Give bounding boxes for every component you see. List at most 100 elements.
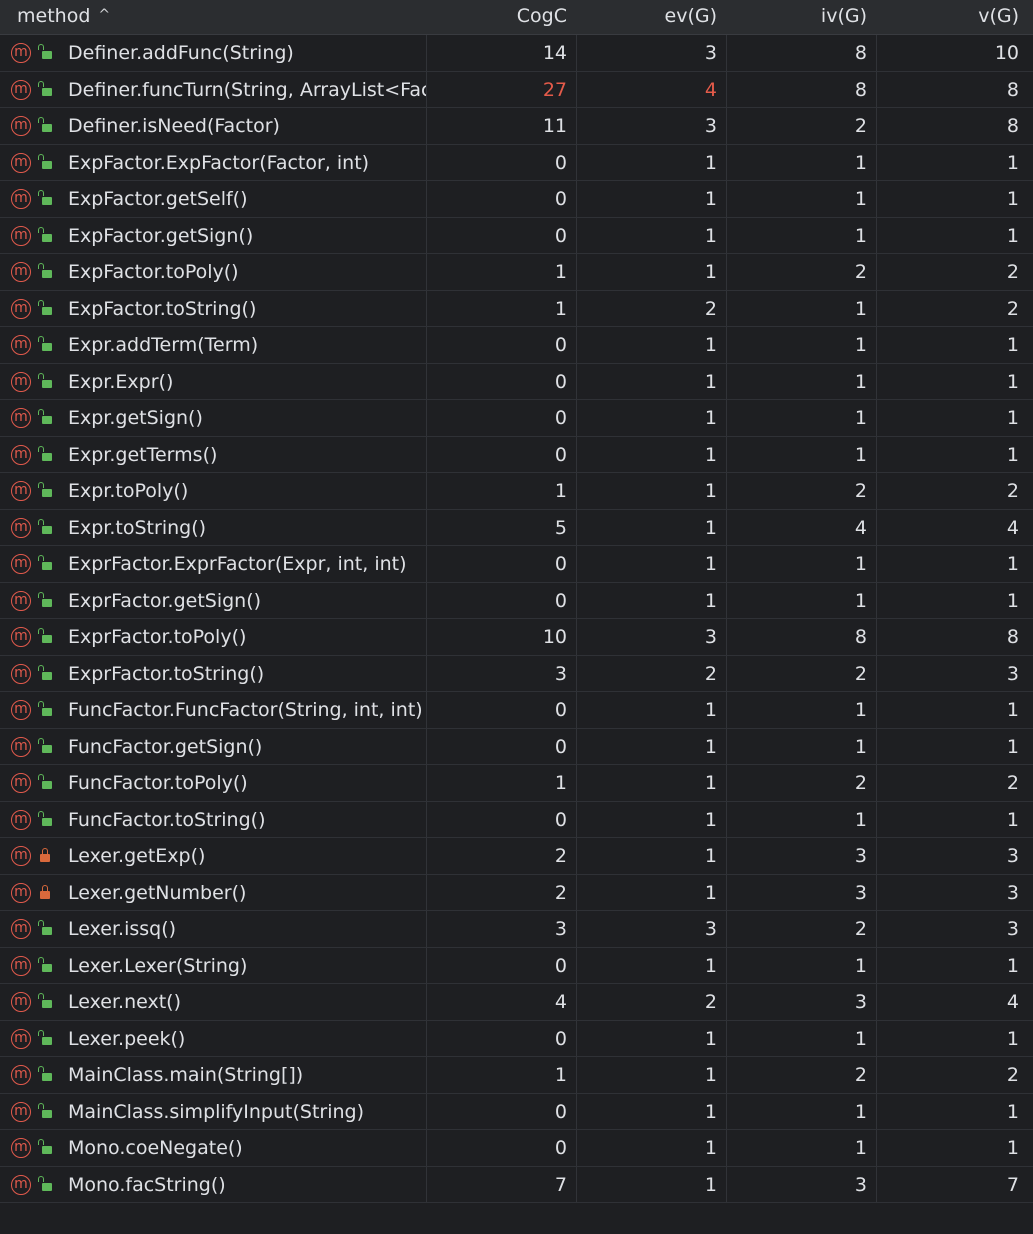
table-row[interactable]: m Definer.isNeed(Factor) 11 3 2 8 <box>0 108 1033 145</box>
table-row[interactable]: m ExpFactor.getSelf() 0 1 1 1 <box>0 181 1033 218</box>
method-icon: m <box>11 1138 31 1158</box>
table-row[interactable]: m ExprFactor.ExprFactor(Expr, int, int) 0 1… <box>0 546 1033 583</box>
method-icon: m <box>11 590 31 611</box>
iv-cell: 4 <box>727 509 877 545</box>
v-cell: 1 <box>877 1021 1033 1057</box>
ev-cell: 1 <box>577 728 727 764</box>
ev-value: 3 <box>704 626 717 648</box>
ev-value: 1 <box>704 699 717 721</box>
table-row[interactable]: m Expr.Expr() 0 1 1 1 <box>0 363 1033 400</box>
table-row[interactable]: m FuncFactor.getSign() 0 1 1 1 <box>0 728 1033 765</box>
cogc-cell: 5 <box>427 509 577 545</box>
cogc-value: 0 <box>554 188 567 210</box>
iv-cell: 1 <box>727 947 877 983</box>
ev-cell: 1 <box>577 1166 727 1202</box>
cogc-cell: 0 <box>427 436 577 472</box>
table-row[interactable]: m Mono.facString() 7 1 3 7 <box>0 1166 1033 1203</box>
cogc-cell: 0 <box>427 1130 577 1166</box>
table-row[interactable]: m ExprFactor.toString() 3 2 2 3 <box>0 655 1033 692</box>
ev-value: 1 <box>704 954 717 977</box>
table-row[interactable]: m Definer.addFunc(String) 14 3 8 10 <box>0 35 1033 72</box>
public-unlock-icon <box>38 810 52 826</box>
table-row[interactable]: m MainClass.simplifyInput(String) 0 1 1 1 <box>0 1093 1033 1130</box>
ev-cell: 1 <box>577 436 727 472</box>
cogc-cell: 10 <box>427 619 577 655</box>
v-value: 1 <box>1006 334 1019 356</box>
cogc-cell: 0 <box>427 801 577 837</box>
table-row[interactable]: m Lexer.getExp() 2 1 3 3 <box>0 838 1033 875</box>
iv-value: 3 <box>854 881 867 904</box>
method-name: ExprFactor.getSign() <box>68 589 262 612</box>
ev-value: 1 <box>704 1137 717 1159</box>
table-row[interactable]: m Expr.addTerm(Term) 0 1 1 1 <box>0 327 1033 364</box>
method-cell: m ExprFactor.toPoly() <box>0 619 427 655</box>
table-row[interactable]: m Definer.funcTurn(String, ArrayList<Fact… <box>0 71 1033 108</box>
ev-value: 3 <box>704 918 717 940</box>
public-unlock-icon <box>38 1139 52 1154</box>
cogc-value: 3 <box>554 918 567 940</box>
v-value: 2 <box>1006 1064 1019 1086</box>
iv-cell: 1 <box>727 436 877 472</box>
v-value: 3 <box>1006 918 1019 940</box>
iv-value: 3 <box>854 1173 867 1196</box>
method-cell: m ExpFactor.getSelf() <box>0 181 427 217</box>
method-name: ExpFactor.getSelf() <box>68 188 248 210</box>
table-row[interactable]: m ExprFactor.toPoly() 10 3 8 8 <box>0 619 1033 656</box>
cogc-cell: 1 <box>427 473 577 509</box>
table-row[interactable]: m ExprFactor.getSign() 0 1 1 1 <box>0 582 1033 619</box>
column-header-iv[interactable]: iv(G) <box>727 0 867 34</box>
public-unlock-icon <box>38 591 52 607</box>
column-header-cogc[interactable]: CogC <box>427 0 567 34</box>
table-row[interactable]: m ExpFactor.toString() 1 2 1 2 <box>0 290 1033 327</box>
table-row[interactable]: m Mono.coeNegate() 0 1 1 1 <box>0 1130 1033 1167</box>
ev-cell: 3 <box>577 108 727 144</box>
column-header-ev[interactable]: ev(G) <box>577 0 717 34</box>
v-cell: 2 <box>877 473 1033 509</box>
table-row[interactable]: m MainClass.main(String[]) 1 1 2 2 <box>0 1057 1033 1094</box>
table-row[interactable]: m Lexer.peek() 0 1 1 1 <box>0 1020 1033 1057</box>
table-row[interactable]: m ExpFactor.toPoly() 1 1 2 2 <box>0 254 1033 291</box>
table-row[interactable]: m FuncFactor.toPoly() 1 1 2 2 <box>0 765 1033 802</box>
method-name: FuncFactor.toString() <box>68 808 266 831</box>
iv-cell: 3 <box>727 838 877 874</box>
cogc-value: 1 <box>554 1064 567 1086</box>
iv-cell: 2 <box>727 108 877 144</box>
public-unlock-icon <box>38 153 52 169</box>
iv-cell: 1 <box>727 181 877 217</box>
ev-cell: 2 <box>577 655 727 691</box>
table-row[interactable]: m Expr.toString() 5 1 4 4 <box>0 509 1033 546</box>
method-cell: m Lexer.getExp() <box>0 838 427 874</box>
method-icon: m <box>11 408 31 428</box>
table-row[interactable]: m Lexer.getNumber() 2 1 3 3 <box>0 874 1033 911</box>
table-row[interactable]: m Lexer.Lexer(String) 0 1 1 1 <box>0 947 1033 984</box>
v-value: 1 <box>1006 553 1019 575</box>
column-header-method[interactable]: method ^ <box>17 0 110 34</box>
ev-cell: 4 <box>577 71 727 107</box>
ev-cell: 1 <box>577 1093 727 1129</box>
ev-cell: 1 <box>577 509 727 545</box>
v-cell: 1 <box>877 692 1033 728</box>
table-row[interactable]: m Expr.toPoly() 1 1 2 2 <box>0 473 1033 510</box>
v-value: 4 <box>1006 516 1019 539</box>
method-icon: m <box>11 1101 31 1122</box>
table-row[interactable]: m FuncFactor.FuncFactor(String, int, int)… <box>0 692 1033 729</box>
table-row[interactable]: m Expr.getTerms() 0 1 1 1 <box>0 436 1033 473</box>
ev-value: 1 <box>704 589 717 612</box>
method-name: Mono.facString() <box>68 1173 226 1196</box>
method-icon: m <box>11 955 31 976</box>
table-row[interactable]: m Lexer.issq() 3 3 2 3 <box>0 911 1033 948</box>
table-row[interactable]: m ExpFactor.getSign() 0 1 1 1 <box>0 217 1033 254</box>
cogc-cell: 3 <box>427 655 577 691</box>
cogc-value: 0 <box>554 1100 567 1123</box>
table-row[interactable]: m FuncFactor.toString() 0 1 1 1 <box>0 801 1033 838</box>
method-icon: m <box>11 554 31 574</box>
cogc-cell: 0 <box>427 582 577 618</box>
table-row[interactable]: m ExpFactor.ExpFactor(Factor, int) 0 1 1 1 <box>0 144 1033 181</box>
table-row[interactable]: m Lexer.next() 4 2 3 4 <box>0 984 1033 1021</box>
table-row[interactable]: m Expr.getSign() 0 1 1 1 <box>0 400 1033 437</box>
v-value: 1 <box>1006 808 1019 831</box>
cogc-cell: 0 <box>427 363 577 399</box>
public-unlock-icon <box>38 336 52 351</box>
method-name: ExpFactor.toPoly() <box>68 261 239 283</box>
column-header-v[interactable]: v(G) <box>877 0 1019 34</box>
